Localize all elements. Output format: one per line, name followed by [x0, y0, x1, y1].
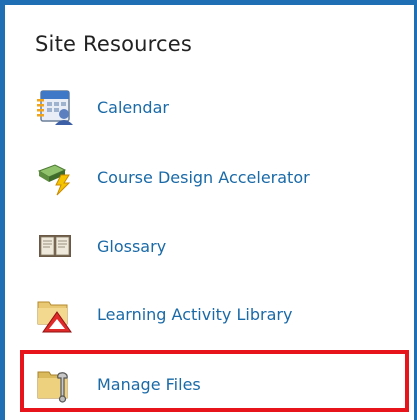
site-resources-widget: Site Resources Calendar Course Design Ac…: [0, 0, 417, 420]
calendar-link[interactable]: Calendar: [97, 98, 169, 117]
manage-files-link[interactable]: Manage Files: [97, 375, 201, 394]
glossary-book-icon: [33, 224, 77, 268]
course-design-accelerator-icon: [33, 155, 77, 199]
resource-item-glossary[interactable]: Glossary: [33, 224, 166, 268]
learning-activity-library-link[interactable]: Learning Activity Library: [97, 305, 292, 324]
learning-activity-library-icon: [33, 292, 77, 336]
resource-item-learning-activity-library[interactable]: Learning Activity Library: [33, 292, 292, 336]
course-design-accelerator-link[interactable]: Course Design Accelerator: [97, 168, 310, 187]
resource-item-course-design-accelerator[interactable]: Course Design Accelerator: [33, 155, 310, 199]
widget-title: Site Resources: [35, 32, 193, 56]
resource-item-calendar[interactable]: Calendar: [33, 85, 169, 129]
resource-item-manage-files[interactable]: Manage Files: [33, 362, 201, 406]
manage-files-folder-icon: [33, 362, 77, 406]
glossary-link[interactable]: Glossary: [97, 237, 166, 256]
calendar-icon: [33, 85, 77, 129]
